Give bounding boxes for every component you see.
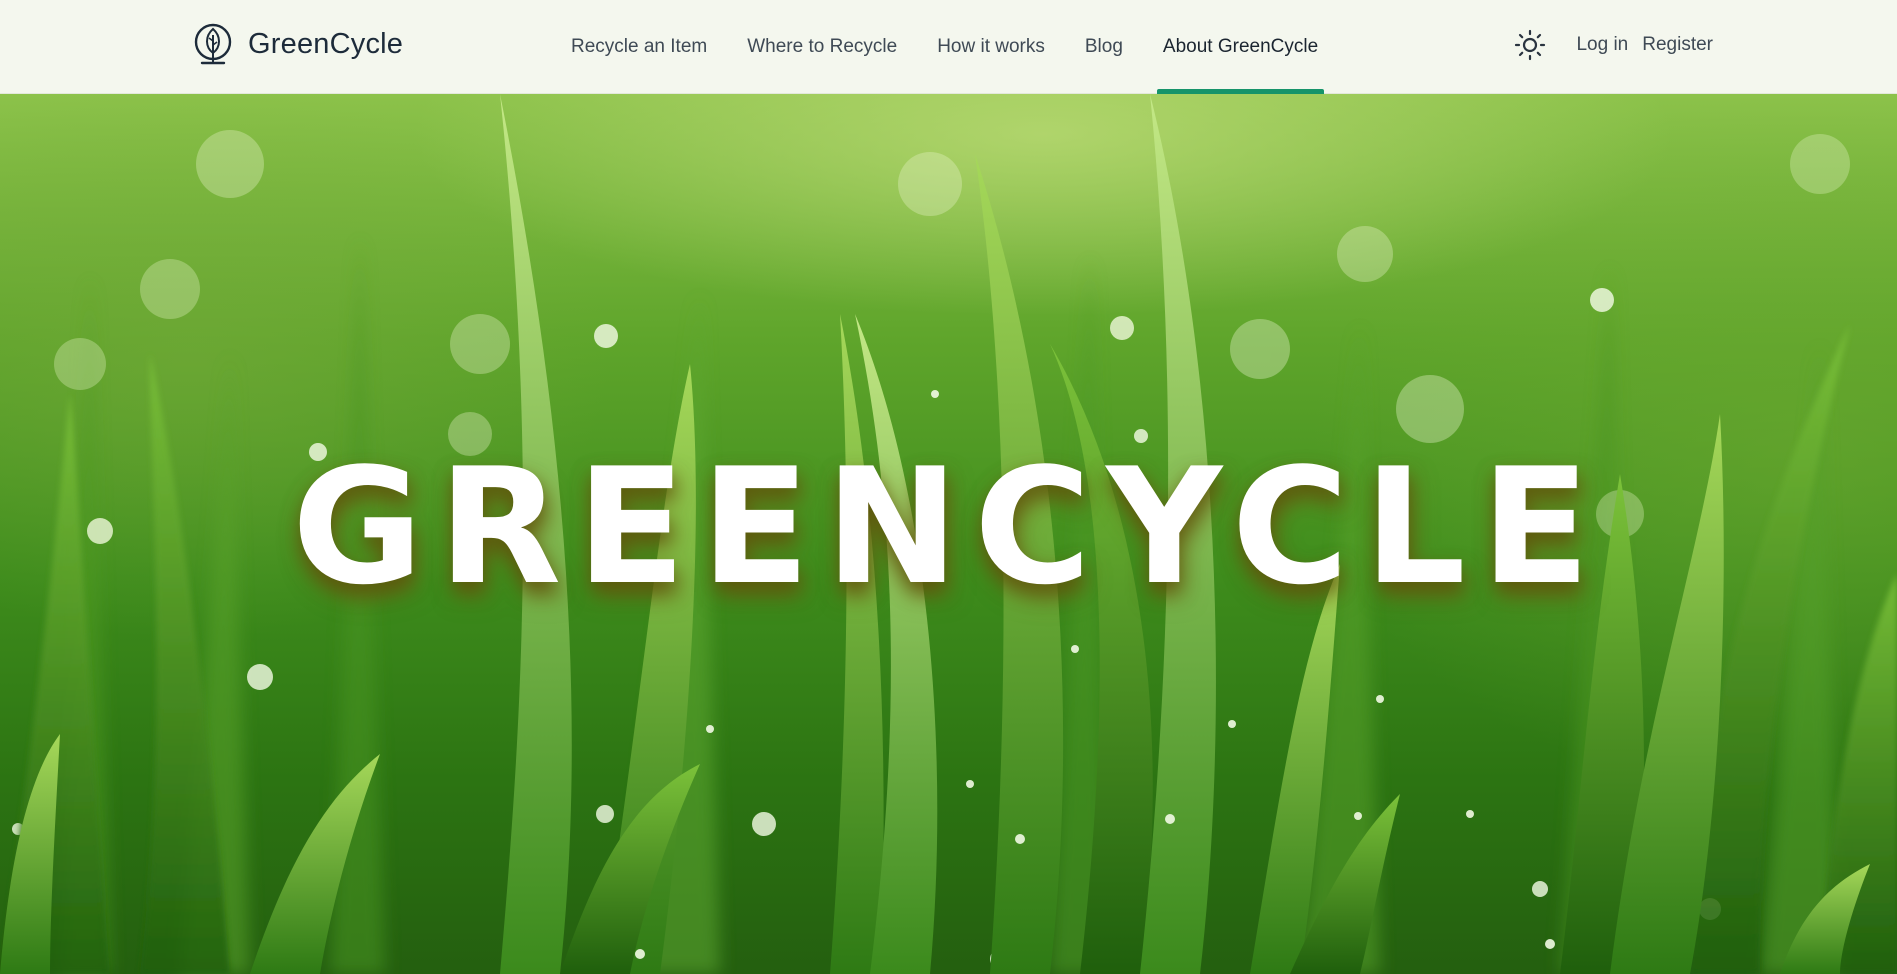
theme-toggle-button[interactable]: [1512, 27, 1548, 63]
nav-item-how-it-works[interactable]: How it works: [917, 0, 1065, 94]
nav-item-about-greencycle[interactable]: About GreenCycle: [1143, 0, 1338, 94]
brand-name: GreenCycle: [248, 27, 404, 60]
login-link[interactable]: Log in: [1576, 34, 1628, 56]
account-nav: Log in Register: [1512, 0, 1713, 90]
nav-item-where-to-recycle[interactable]: Where to Recycle: [727, 0, 917, 94]
nav-item-recycle-an-item[interactable]: Recycle an Item: [551, 0, 727, 94]
nav-item-blog[interactable]: Blog: [1065, 0, 1143, 94]
register-link[interactable]: Register: [1642, 34, 1713, 56]
brand-home-link[interactable]: GreenCycle: [192, 20, 403, 68]
hero-section: GREENCYCLE: [0, 94, 1897, 974]
hero-title: GREENCYCLE: [291, 433, 1606, 620]
site-header: GreenCycle Recycle an Item Where to Recy…: [0, 0, 1897, 94]
sprout-leaf-icon: [194, 23, 232, 65]
sun-icon: [1515, 29, 1546, 61]
main-nav: Recycle an Item Where to Recycle How it …: [551, 0, 1338, 94]
